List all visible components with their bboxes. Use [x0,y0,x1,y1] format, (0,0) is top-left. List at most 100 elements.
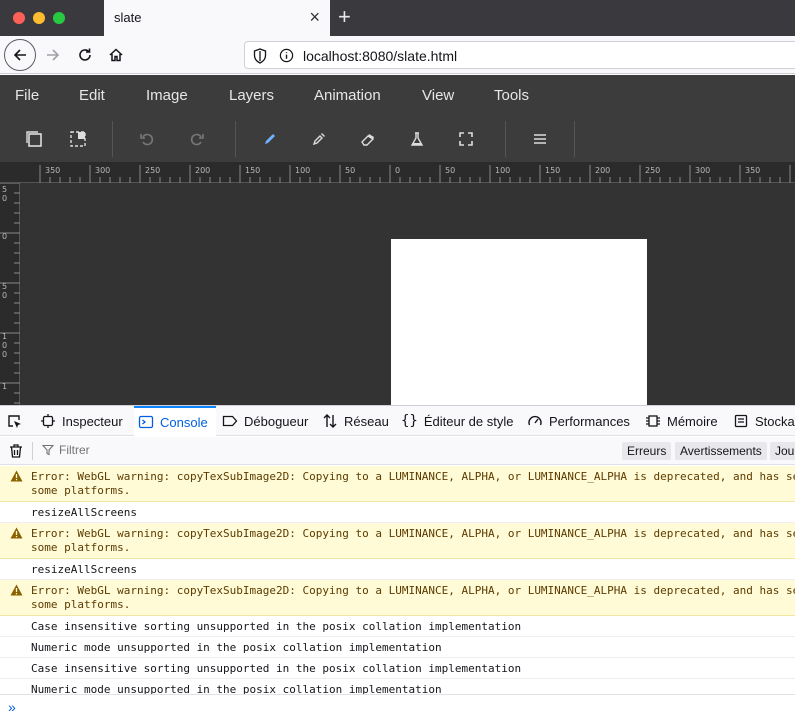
tab-label: Débogueur [244,413,309,429]
filter-logs-button[interactable]: Journaux [770,442,795,460]
ruler-label: 0 [2,232,8,241]
console-log-message: resizeAllScreens [0,502,795,523]
back-button[interactable] [4,39,36,71]
ruler-label: 100 [295,166,311,175]
console-warning-message: Error: WebGL warning: copyTexSubImage2D:… [0,466,795,502]
ruler-label: 200 [195,166,211,175]
eraser-tool-button[interactable] [354,125,382,153]
tab-editeur-de-style[interactable]: {} Éditeur de style [401,406,513,436]
menu-edit[interactable]: Edit [79,87,105,104]
reload-button[interactable] [70,40,100,70]
ruler-label: 5 0 [2,185,8,203]
undo-button[interactable] [133,125,161,153]
ruler-label: 100 [495,166,511,175]
app-menu-bar: File Edit Image Layers Animation View To… [0,75,795,115]
document-canvas[interactable] [391,239,647,405]
ruler-label: 50 [445,166,456,175]
fullscreen-button[interactable] [452,125,480,153]
devtools-tab-bar: Inspecteur Console Débogueur Réseau {} É… [0,406,795,436]
console-filter-bar: Filtrer Erreurs Avertissements Journaux [0,437,795,465]
menu-tools[interactable]: Tools [494,87,529,104]
picker-icon [8,415,21,428]
memory-icon [645,413,661,429]
tab-memoire[interactable]: Mémoire [645,406,718,436]
new-tab-button[interactable]: + [338,4,351,30]
eyedropper-tool-button[interactable] [305,125,333,153]
console-message-text: resizeAllScreens [31,506,137,519]
console-message-text: Error: WebGL warning: copyTexSubImage2D:… [31,584,795,611]
console-message-text: Numeric mode unsupported in the posix co… [31,641,442,654]
menu-view[interactable]: View [422,87,454,104]
window-maximize-button[interactable] [53,12,65,24]
horizontal-ruler: 350 300 250 200 150 100 50 0 50 100 150 … [0,163,795,183]
undo-icon [140,133,154,146]
filter-input[interactable]: Filtrer [42,443,90,457]
tab-stockage[interactable]: Stockage [733,406,795,436]
ruler-label: 250 [145,166,161,175]
filter-divider [32,442,33,460]
tab-console[interactable]: Console [134,406,216,436]
toolbar-divider [112,121,113,157]
tab-label: Performances [549,413,630,429]
element-picker-button[interactable] [6,406,22,436]
tab-performances[interactable]: Performances [527,406,630,436]
console-log-message: Numeric mode unsupported in the posix co… [0,637,795,658]
console-warning-message: Error: WebGL warning: copyTexSubImage2D:… [0,523,795,559]
menu-animation[interactable]: Animation [314,87,381,104]
console-output: Error: WebGL warning: copyTexSubImage2D:… [0,466,795,694]
selection-button[interactable] [64,125,92,153]
tab-label: Console [160,414,208,430]
console-message-text: resizeAllScreens [31,563,137,576]
filter-errors-button[interactable]: Erreurs [622,442,672,460]
menu-layers[interactable]: Layers [229,87,274,104]
hamburger-icon [534,134,546,144]
new-layer-button[interactable] [20,125,48,153]
url-bar[interactable]: localhost:8080/slate.html [244,41,795,69]
console-icon [138,414,154,430]
console-message-text: Case insensitive sorting unsupported in … [31,620,522,633]
forward-button[interactable] [38,40,68,70]
pencil-tool-button[interactable] [256,125,284,153]
app-toolbar [0,115,795,163]
navigation-bar: localhost:8080/slate.html [0,36,795,74]
shield-icon [253,48,267,64]
menu-image[interactable]: Image [146,87,188,104]
filter-warnings-button[interactable]: Avertissements [675,442,767,460]
console-message-text: Error: WebGL warning: copyTexSubImage2D:… [31,527,795,554]
console-input[interactable]: » [0,694,795,718]
fill-tool-button[interactable] [403,125,431,153]
warning-icon [10,527,23,542]
tab-debogueur[interactable]: Débogueur [222,406,308,436]
ruler-label: 150 [545,166,561,175]
redo-button[interactable] [183,125,211,153]
tab-close-icon[interactable]: × [309,7,320,27]
ruler-label: 300 [695,166,711,175]
ruler-label: 0 [395,166,401,175]
tab-label: Mémoire [667,413,718,429]
inspector-icon [40,413,56,429]
ruler-label: 5 0 [2,282,8,300]
menu-file[interactable]: File [15,87,39,104]
console-log-message: Numeric mode unsupported in the posix co… [0,679,795,694]
braces-icon: {} [401,413,418,429]
console-log-message: resizeAllScreens [0,559,795,580]
reload-icon [79,48,91,61]
browser-tab[interactable]: slate × [104,0,330,36]
gauge-icon [527,413,543,429]
window-close-button[interactable] [13,12,25,24]
panel-menu-button[interactable] [526,125,554,153]
layer-icon [26,131,42,147]
tab-inspecteur[interactable]: Inspecteur [40,406,123,436]
trash-icon[interactable] [8,443,24,459]
canvas-workspace[interactable] [20,183,795,405]
tab-reseau[interactable]: Réseau [322,406,389,436]
home-button[interactable] [101,40,131,70]
arrow-left-icon [13,49,26,61]
selection-icon [70,131,86,147]
window-minimize-button[interactable] [33,12,45,24]
url-text: localhost:8080/slate.html [303,48,458,64]
prompt-chevron-icon: » [8,699,16,715]
ruler-label: 200 [595,166,611,175]
browser-tab-bar: slate × + [0,0,795,36]
vertical-ruler: 5 0 0 5 0 1 0 0 1 [0,183,20,405]
